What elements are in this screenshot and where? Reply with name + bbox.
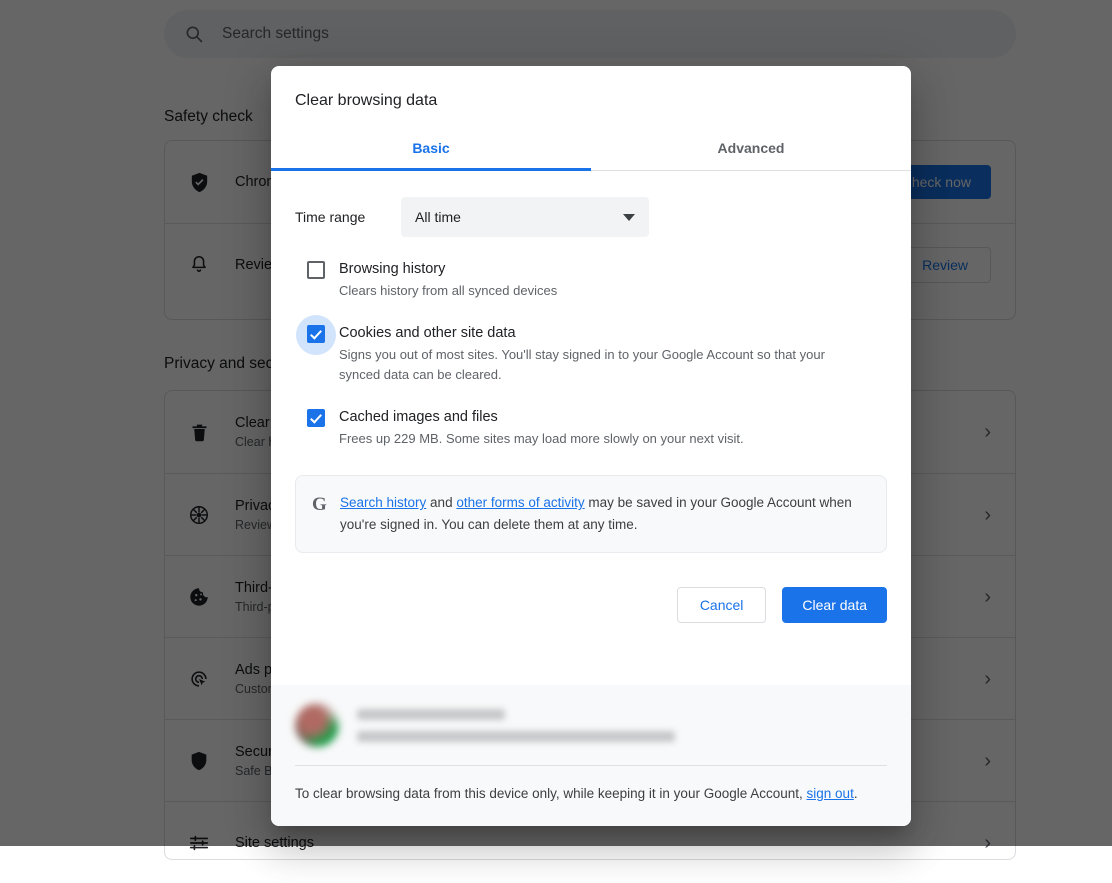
tab-basic[interactable]: Basic	[271, 128, 591, 171]
dialog-footer: To clear browsing data from this device …	[271, 685, 911, 826]
cancel-button[interactable]: Cancel	[676, 587, 767, 623]
google-note-mid: and	[426, 495, 457, 510]
time-range-select[interactable]: All time	[401, 197, 649, 237]
other-forms-of-activity-link[interactable]: other forms of activity	[456, 495, 584, 510]
footer-text: To clear browsing data from this device …	[295, 782, 887, 806]
chevron-down-icon	[623, 213, 635, 221]
option-cookies[interactable]: Cookies and other site data Signs you ou…	[295, 315, 887, 385]
account-row	[295, 703, 887, 766]
checkbox-wrap	[295, 259, 337, 279]
option-title: Cookies and other site data	[339, 325, 516, 341]
time-range-row: Time range All time	[295, 197, 887, 237]
checkbox-wrap	[295, 407, 337, 427]
account-text	[357, 708, 675, 742]
clear-browsing-data-dialog: Clear browsing data Basic Advanced Time …	[271, 66, 911, 826]
dialog-body: Time range All time Browsing history Cle…	[271, 171, 911, 685]
cookies-checkbox[interactable]	[307, 325, 325, 343]
account-email-blurred	[357, 730, 675, 742]
tab-advanced[interactable]: Advanced	[591, 128, 911, 170]
time-range-value: All time	[415, 209, 461, 225]
option-browsing-history[interactable]: Browsing history Clears history from all…	[295, 259, 887, 301]
checkbox-wrap-focused	[295, 315, 337, 355]
sign-out-link[interactable]: sign out	[807, 786, 854, 801]
option-text: Cookies and other site data Signs you ou…	[337, 323, 887, 385]
dialog-tabs: Basic Advanced	[271, 128, 911, 171]
option-title: Browsing history	[339, 261, 446, 277]
account-name-blurred	[357, 708, 505, 720]
cached-images-checkbox[interactable]	[307, 409, 325, 427]
dialog-actions: Cancel Clear data	[295, 587, 887, 627]
time-range-label: Time range	[295, 209, 366, 225]
google-account-note: G Search history and other forms of acti…	[295, 475, 887, 553]
option-subtitle: Signs you out of most sites. You'll stay…	[339, 347, 825, 382]
option-subtitle: Clears history from all synced devices	[339, 283, 558, 298]
option-text: Cached images and files Frees up 229 MB.…	[337, 407, 887, 449]
option-title: Cached images and files	[339, 409, 498, 425]
dialog-title: Clear browsing data	[295, 92, 438, 109]
google-g-icon: G	[312, 494, 327, 515]
option-text: Browsing history Clears history from all…	[337, 259, 887, 301]
option-cached-images[interactable]: Cached images and files Frees up 229 MB.…	[295, 407, 887, 449]
browsing-history-checkbox[interactable]	[307, 261, 325, 279]
avatar	[295, 703, 339, 747]
option-subtitle: Frees up 229 MB. Some sites may load mor…	[339, 431, 744, 446]
footer-text-after: .	[853, 786, 858, 801]
footer-text-before: To clear browsing data from this device …	[295, 786, 807, 801]
google-note-text: Search history and other forms of activi…	[340, 492, 870, 536]
clear-data-button[interactable]: Clear data	[782, 587, 887, 623]
search-history-link[interactable]: Search history	[340, 495, 426, 510]
